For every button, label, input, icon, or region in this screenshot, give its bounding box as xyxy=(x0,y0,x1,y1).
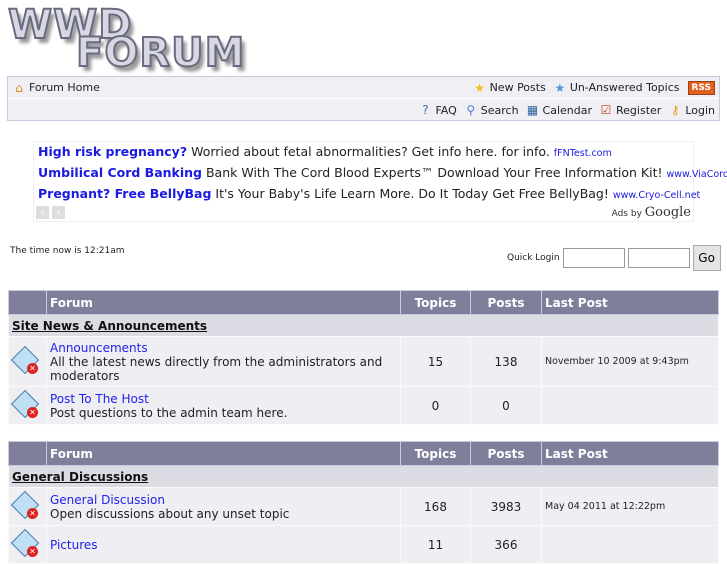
google-label: Google xyxy=(645,205,691,220)
last-post: May 04 2011 at 12:22pm xyxy=(542,488,719,526)
ad-prev-button[interactable]: ‹ xyxy=(36,206,49,219)
ad-url[interactable]: www.Cryo-Cell.net xyxy=(613,190,700,201)
topics-count: 0 xyxy=(401,387,471,425)
ad-item[interactable]: Pregnant? Free BellyBag It's Your Baby's… xyxy=(38,186,700,201)
forum-description: Open discussions about any unset topic xyxy=(50,507,289,521)
ad-text: It's Your Baby's Life Learn More. Do It … xyxy=(215,186,608,201)
current-time: The time now is 12:21am xyxy=(10,246,125,256)
table-row: ✕ Post To The HostPost questions to the … xyxy=(9,387,719,425)
clipboard-icon: ☑ xyxy=(599,103,613,117)
ad-item[interactable]: High risk pregnancy? Worried about fetal… xyxy=(38,144,612,159)
forum-home-link[interactable]: ⌂Forum Home xyxy=(12,81,100,95)
category-header[interactable]: Site News & Announcements xyxy=(9,315,719,337)
login-label: Login xyxy=(685,104,715,117)
table-row: ✕ General DiscussionOpen discussions abo… xyxy=(9,488,719,526)
forum-link[interactable]: Post To The Host xyxy=(50,392,149,406)
last-post-header: Last Post xyxy=(542,442,719,466)
ad-next-button[interactable]: › xyxy=(52,206,65,219)
faq-link[interactable]: ?FAQ xyxy=(418,103,456,117)
ad-title[interactable]: Pregnant? Free BellyBag xyxy=(38,186,211,201)
ad-text: Worried about fetal abnormalities? Get i… xyxy=(191,144,550,159)
forum-description: All the latest news directly from the ad… xyxy=(50,355,382,383)
posts-header: Posts xyxy=(471,291,542,315)
ads-by-label: Ads by xyxy=(612,209,642,219)
last-post: November 10 2009 at 9:43pm xyxy=(542,337,719,387)
last-post xyxy=(542,387,719,425)
posts-count: 3983 xyxy=(471,488,542,526)
register-label: Register xyxy=(616,104,661,117)
faq-label: FAQ xyxy=(435,104,456,117)
forum-status-icon: ✕ xyxy=(9,337,47,387)
new-posts-link[interactable]: ★New Posts xyxy=(473,81,546,95)
forum-description: Post questions to the admin team here. xyxy=(50,406,287,420)
register-link[interactable]: ☑Register xyxy=(599,103,661,117)
posts-count: 0 xyxy=(471,387,542,425)
logo-line2: FORUM xyxy=(76,30,245,76)
help-icon: ? xyxy=(418,103,432,117)
go-button[interactable]: Go xyxy=(693,245,721,271)
forum-home-label: Forum Home xyxy=(29,81,100,94)
last-post-header: Last Post xyxy=(542,291,719,315)
posts-count: 138 xyxy=(471,337,542,387)
ad-url[interactable]: fFNTest.com xyxy=(554,148,612,159)
username-input[interactable] xyxy=(563,248,625,268)
search-link[interactable]: ⚲Search xyxy=(464,103,519,117)
calendar-icon: ▦ xyxy=(526,103,540,117)
topics-header: Topics xyxy=(401,442,471,466)
ad-title[interactable]: Umbilical Cord Banking xyxy=(38,165,202,180)
ad-block: High risk pregnancy? Worried about fetal… xyxy=(33,141,694,222)
ads-by-google[interactable]: Ads by Google xyxy=(612,205,691,220)
ad-title[interactable]: High risk pregnancy? xyxy=(38,144,187,159)
calendar-link[interactable]: ▦Calendar xyxy=(526,103,592,117)
star-icon: ★ xyxy=(473,81,487,95)
forum-status-icon: ✕ xyxy=(9,488,47,526)
search-label: Search xyxy=(481,104,519,117)
home-icon: ⌂ xyxy=(12,81,26,95)
calendar-label: Calendar xyxy=(543,104,592,117)
icon-header xyxy=(9,442,47,466)
nav-bar: ⌂Forum Home ★New Posts ★Un-Answered Topi… xyxy=(7,76,720,121)
ad-url[interactable]: www.ViaCord.co xyxy=(667,169,727,180)
forum-table: ForumTopicsPostsLast Post Site News & An… xyxy=(8,290,719,425)
ad-item[interactable]: Umbilical Cord Banking Bank With The Cor… xyxy=(38,165,727,180)
topics-count: 15 xyxy=(401,337,471,387)
table-row: ✕ AnnouncementsAll the latest news direc… xyxy=(9,337,719,387)
icon-header xyxy=(9,291,47,315)
unanswered-label: Un-Answered Topics xyxy=(570,81,680,94)
forum-header: Forum xyxy=(47,291,401,315)
quick-login-label: Quick Login xyxy=(507,253,560,263)
site-logo[interactable]: WWD FORUM xyxy=(8,2,298,72)
category-header[interactable]: General Discussions xyxy=(9,466,719,488)
forum-table: ForumTopicsPostsLast Post General Discus… xyxy=(8,441,719,564)
star-icon: ★ xyxy=(553,81,567,95)
forum-header: Forum xyxy=(47,442,401,466)
new-posts-label: New Posts xyxy=(490,81,546,94)
login-link[interactable]: ⚷Login xyxy=(668,103,715,117)
posts-header: Posts xyxy=(471,442,542,466)
password-input[interactable] xyxy=(628,248,690,268)
rss-button[interactable]: RSS xyxy=(688,81,716,95)
forum-link[interactable]: Announcements xyxy=(50,341,148,355)
forum-link[interactable]: General Discussion xyxy=(50,493,165,507)
key-icon: ⚷ xyxy=(668,103,682,117)
topics-count: 168 xyxy=(401,488,471,526)
unanswered-link[interactable]: ★Un-Answered Topics xyxy=(553,81,680,95)
topics-header: Topics xyxy=(401,291,471,315)
forum-status-icon: ✕ xyxy=(9,387,47,425)
quick-login: Quick Login Go xyxy=(507,245,721,271)
search-icon: ⚲ xyxy=(464,103,478,117)
ad-text: Bank With The Cord Blood Experts™ Downlo… xyxy=(206,165,663,180)
